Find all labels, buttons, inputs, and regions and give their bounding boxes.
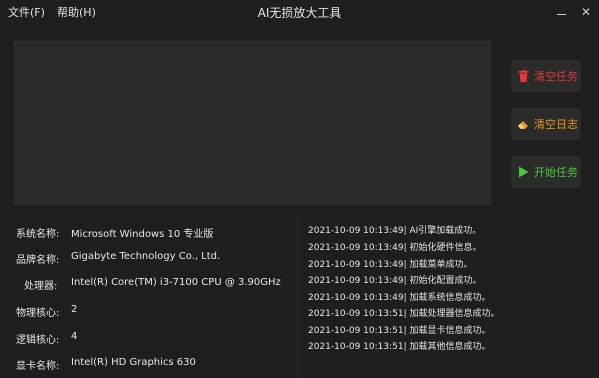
log-entry: 2021-10-09 10:13:49| 初始化硬件信息。 [308,243,482,253]
log-entry: 2021-10-09 10:13:51| 加载处理器信息成功。 [308,309,500,319]
clear-tasks-button[interactable]: 清空任务 [511,60,581,92]
log-entry: 2021-10-09 10:13:51| 加载显卡信息成功。 [308,326,491,336]
physical-cores-value: 2 [71,304,78,315]
log-entry: 2021-10-09 10:13:49| AI引擎加载成功。 [308,226,482,236]
log-entry: 2021-10-09 10:13:49| 加载系统信息成功。 [308,293,491,303]
logical-cores-value: 4 [71,331,78,342]
system-info-panel: 系统名称: Microsoft Windows 10 专业版 品牌名称: Gig… [0,214,297,378]
clear-log-label: 清空日志 [534,118,578,131]
clear-tasks-label: 清空任务 [534,70,578,83]
brand-label: 品牌名称: [16,255,60,266]
log-entry: 2021-10-09 10:13:51| 加载其他信息成功。 [308,342,491,352]
cpu-label: 处理器: [24,281,58,292]
minimize-button[interactable] [549,0,573,24]
log-entry: 2021-10-09 10:13:49| 加载菜单成功。 [308,260,473,270]
trash-icon [517,70,529,82]
gpu-label: 显卡名称: [16,361,60,372]
gpu-value: Intel(R) HD Graphics 630 [71,357,196,368]
start-task-button[interactable]: 开始任务 [511,156,581,188]
clear-log-button[interactable]: 清空日志 [511,108,581,140]
log-entry: 2021-10-09 10:13:49| 初始化配置成功。 [308,276,482,286]
image-preview-area[interactable] [14,41,491,205]
title-bar: 文件(F) 帮助(H) AI无损放大工具 ✕ [0,0,599,24]
cpu-value: Intel(R) Core(TM) i3-7100 CPU @ 3.90GHz [71,277,281,288]
start-task-label: 开始任务 [534,166,578,179]
os-label: 系统名称: [16,229,60,240]
minimize-icon [556,13,566,15]
window-title: AI无损放大工具 [257,6,342,20]
play-icon [517,166,529,178]
eraser-icon [517,118,529,130]
brand-value: Gigabyte Technology Co., Ltd. [71,251,221,262]
close-icon: ✕ [580,5,592,19]
log-panel[interactable]: 2021-10-09 10:13:49| AI引擎加载成功。 2021-10-0… [298,214,599,378]
physical-cores-label: 物理核心: [16,308,60,319]
logical-cores-label: 逻辑核心: [16,335,60,346]
os-value: Microsoft Windows 10 专业版 [71,229,214,240]
close-button[interactable]: ✕ [574,0,598,24]
